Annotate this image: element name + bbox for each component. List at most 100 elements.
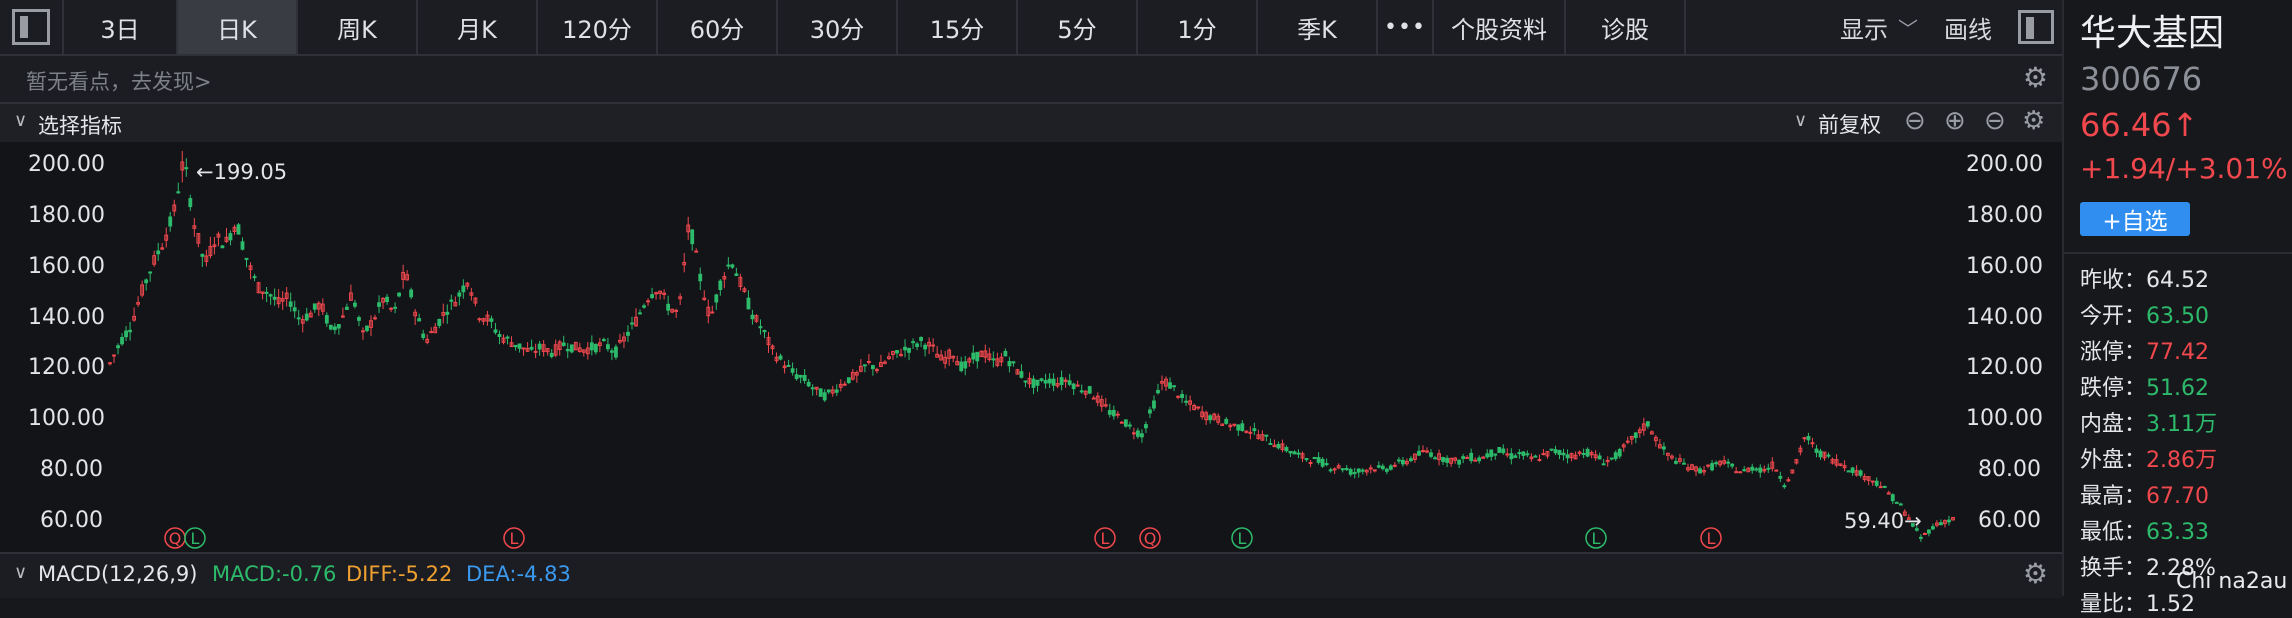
event-marker-label: L xyxy=(191,529,200,548)
candle xyxy=(1706,464,1710,467)
candle xyxy=(1633,432,1638,438)
candle xyxy=(650,294,654,299)
gear-icon[interactable]: ⚙ xyxy=(2022,108,2045,134)
tab-1min[interactable]: 1分 xyxy=(1138,0,1258,54)
chevron-down-icon[interactable]: ∨ xyxy=(14,562,27,583)
tab-month-k[interactable]: 月K xyxy=(418,0,538,54)
event-marker-label: L xyxy=(1238,529,1247,548)
adjust-mode-select[interactable]: 前复权 xyxy=(1818,109,1881,139)
divider xyxy=(2064,252,2292,254)
viewpoint-link[interactable]: 暂无看点，去发现> xyxy=(26,66,212,96)
candle xyxy=(156,250,161,255)
candle xyxy=(971,352,976,360)
candle xyxy=(923,344,928,350)
candle xyxy=(1931,526,1935,530)
tab-5min[interactable]: 5分 xyxy=(1018,0,1138,54)
candle xyxy=(1019,371,1024,378)
tab-day-k[interactable]: 日K xyxy=(178,0,298,54)
chevron-down-icon[interactable]: ﹀ xyxy=(1898,13,1918,42)
tab-60min[interactable]: 60分 xyxy=(658,0,778,54)
tab-30min[interactable]: 30分 xyxy=(778,0,898,54)
candle xyxy=(373,317,377,320)
candle xyxy=(449,299,454,302)
candle xyxy=(1714,462,1718,465)
macd-indicator-name[interactable]: MACD(12,26,9) xyxy=(38,562,198,586)
candle xyxy=(244,257,249,260)
candle xyxy=(674,309,679,312)
candle xyxy=(614,346,618,358)
candle xyxy=(778,355,783,360)
candle xyxy=(1806,435,1811,441)
minimize-icon[interactable]: ⊖ xyxy=(1984,108,2006,134)
candle xyxy=(1742,469,1747,472)
candle xyxy=(1947,519,1951,523)
candle xyxy=(1372,469,1377,472)
add-watchlist-button[interactable]: +自选 xyxy=(2080,202,2190,236)
candle xyxy=(826,389,831,393)
candle xyxy=(168,216,173,227)
candle xyxy=(1176,395,1180,398)
tab-season-k[interactable]: 季K xyxy=(1258,0,1378,54)
chevron-down-icon[interactable]: ∨ xyxy=(1794,110,1807,131)
candle xyxy=(1710,463,1714,471)
f10-button[interactable]: 个股资料 xyxy=(1434,0,1566,54)
gear-icon[interactable]: ⚙ xyxy=(2023,64,2048,92)
diagnose-button[interactable]: 诊股 xyxy=(1566,0,1686,54)
candle xyxy=(1870,480,1875,483)
candle xyxy=(236,224,241,235)
zoom-out-icon[interactable]: ⊖ xyxy=(1904,108,1926,134)
candle xyxy=(790,368,795,373)
display-menu[interactable]: 显示 xyxy=(1840,10,1888,45)
tab-120min[interactable]: 120分 xyxy=(538,0,658,54)
candle xyxy=(822,392,827,401)
candle xyxy=(1252,428,1257,432)
candle xyxy=(240,241,245,250)
candle xyxy=(389,307,393,310)
candle xyxy=(108,362,112,365)
candle xyxy=(505,336,510,339)
candle xyxy=(144,279,149,284)
event-marker-label: Q xyxy=(1144,529,1157,548)
candle xyxy=(690,229,695,245)
candle xyxy=(561,342,566,347)
candle xyxy=(746,297,751,310)
candle xyxy=(1461,456,1466,459)
candle xyxy=(324,315,329,324)
candle xyxy=(1878,486,1883,489)
candle xyxy=(1111,409,1116,417)
draw-line-button[interactable]: 画线 xyxy=(1944,10,1992,45)
tab-15min[interactable]: 15分 xyxy=(898,0,1018,54)
sidebar-toggle-button[interactable] xyxy=(0,0,64,54)
kline-chart[interactable]: QLLLQLLL 200.00 180.00 160.00 140.00 120… xyxy=(0,142,2062,552)
tab-week-k[interactable]: 周K xyxy=(298,0,418,54)
more-button[interactable]: ••• xyxy=(1378,0,1434,54)
candle xyxy=(758,326,763,329)
candle xyxy=(959,361,964,372)
tab-3day[interactable]: 3日 xyxy=(64,0,178,54)
candle xyxy=(1236,424,1241,431)
candle xyxy=(1918,536,1923,539)
y-tick-left: 60.00 xyxy=(40,508,103,533)
right-panel-toggle-icon[interactable] xyxy=(2018,10,2054,44)
candle xyxy=(1826,454,1831,457)
chevron-down-icon[interactable]: ∨ xyxy=(14,110,27,131)
candle xyxy=(1047,378,1052,384)
candle xyxy=(1131,432,1136,435)
candle xyxy=(1304,458,1309,461)
candle xyxy=(1360,469,1365,472)
candle xyxy=(1661,446,1666,450)
candle xyxy=(642,305,646,308)
select-indicator-button[interactable]: 选择指标 xyxy=(38,110,122,140)
candle xyxy=(1810,442,1815,445)
candle xyxy=(272,296,277,300)
candle xyxy=(328,324,333,330)
candle xyxy=(630,322,634,325)
candle xyxy=(1750,466,1755,471)
candle xyxy=(1127,424,1132,427)
zoom-in-icon[interactable]: ⊕ xyxy=(1944,108,1966,134)
candle xyxy=(915,343,919,347)
gear-icon[interactable]: ⚙ xyxy=(2023,560,2048,588)
candle xyxy=(1818,450,1823,458)
candle xyxy=(1581,453,1586,456)
candle xyxy=(605,344,610,350)
